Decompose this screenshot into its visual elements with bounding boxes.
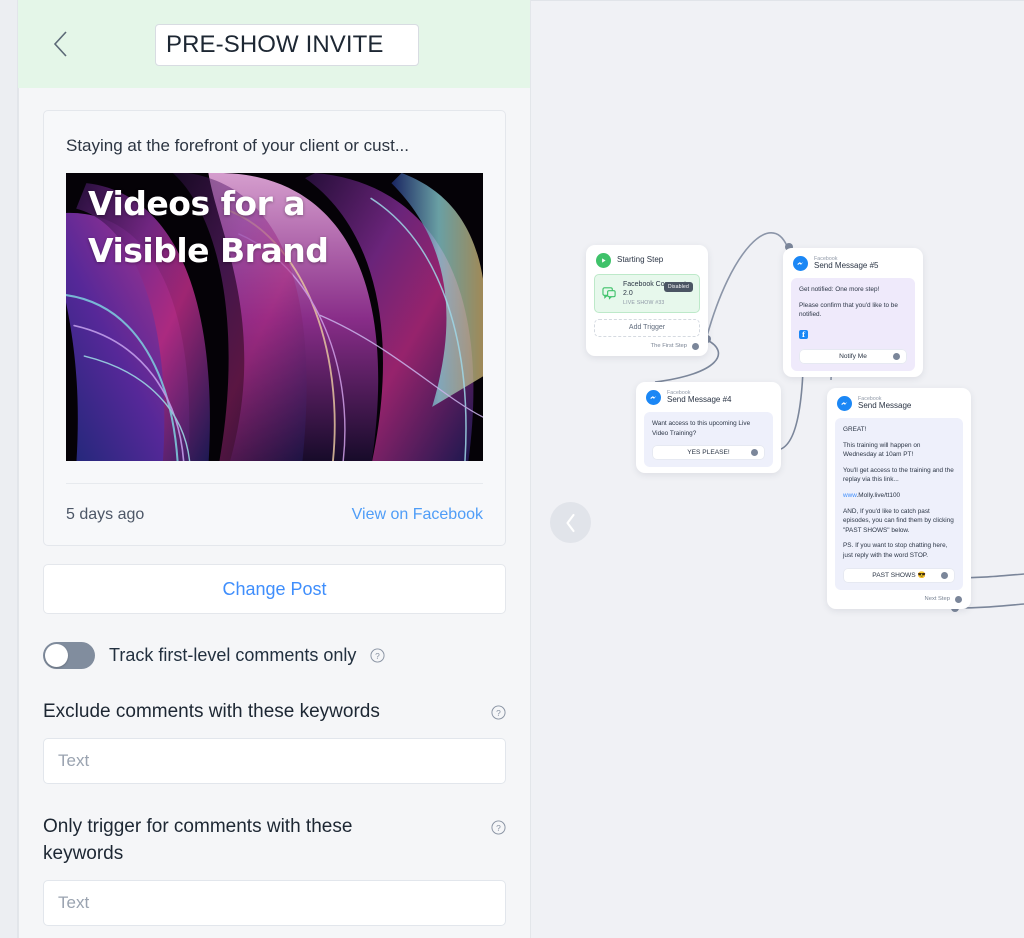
messenger-icon [793, 256, 808, 271]
messenger-icon [646, 390, 661, 405]
message-button-label: Notify Me [839, 352, 867, 360]
facebook-comments-icon [602, 287, 616, 301]
link-prefix: www [843, 492, 857, 500]
output-port[interactable] [941, 571, 948, 579]
node-title: Send Message [858, 401, 912, 411]
message-bubble[interactable]: GREAT! This training will happen on Wedn… [835, 418, 963, 590]
toggle-knob [45, 644, 68, 668]
message-button-label: YES PLEASE! [687, 449, 730, 457]
output-port[interactable] [955, 595, 962, 603]
node-header: Facebook Send Message [827, 388, 971, 415]
question-circle-icon[interactable]: ? [370, 648, 385, 663]
selected-post-card: Staying at the forefront of your client … [43, 110, 506, 547]
node-footer: The First Step [586, 342, 708, 356]
question-circle-icon[interactable]: ? [491, 820, 506, 835]
only-trigger-keywords-input[interactable] [43, 880, 506, 926]
node-send-message[interactable]: Facebook Send Message GREAT! This traini… [827, 388, 971, 609]
exclude-keywords-group: Exclude comments with these keywords ? [43, 699, 506, 785]
view-on-facebook-link[interactable]: View on Facebook [352, 506, 483, 524]
post-image: Videos for a Visible Brand [66, 173, 483, 462]
node-title: Starting Step [617, 255, 664, 265]
left-rail-strip [0, 0, 18, 938]
node-header: Starting Step [586, 245, 708, 272]
svg-text:?: ? [376, 651, 381, 661]
output-port[interactable] [692, 342, 699, 350]
back-button[interactable] [38, 22, 82, 66]
play-icon [596, 253, 611, 268]
link-suffix: .Molly.live/tt100 [856, 492, 901, 500]
node-foot-label: Next Step [924, 596, 950, 603]
panel-body: Staying at the forefront of your client … [18, 88, 530, 938]
app-root: Staying at the forefront of your client … [0, 0, 1024, 938]
flow-title-input[interactable] [155, 24, 419, 66]
trigger-card[interactable]: Facebook Comments 2.0 LIVE SHOW #33 Disa… [594, 274, 700, 313]
only-trigger-keywords-label: Only trigger for comments with these key… [43, 816, 353, 865]
message-line: Please confirm that you'd like to be not… [799, 301, 898, 319]
message-bubble[interactable]: Get notified: One more step! Please conf… [791, 278, 915, 371]
flow-canvas[interactable]: Starting Step Facebook Comments 2.0 LIVE… [531, 0, 1024, 938]
message-line: AND, If you'd like to catch past episode… [843, 507, 954, 534]
message-button[interactable]: Notify Me [799, 348, 907, 364]
trigger-sub: LIVE SHOW #33 [623, 299, 665, 306]
add-trigger-button[interactable]: Add Trigger [594, 318, 700, 337]
chevron-left-icon [53, 31, 67, 57]
messenger-icon [837, 396, 852, 411]
message-line: Want access to this upcoming Live Video … [652, 420, 751, 437]
trigger-status-badge: Disabled [663, 282, 693, 292]
node-title: Send Message #5 [814, 261, 879, 271]
post-image-title: Videos for a Visible Brand [88, 184, 329, 270]
node-header: Facebook Send Message #5 [783, 248, 923, 275]
post-footer: 5 days ago View on Facebook [66, 483, 483, 545]
message-button[interactable]: PAST SHOWS 😎 [843, 567, 955, 583]
message-line: You'll get access to the training and th… [843, 466, 954, 484]
output-port[interactable] [893, 352, 900, 360]
node-title: Send Message #4 [667, 395, 732, 405]
output-port[interactable] [751, 449, 758, 457]
message-button[interactable]: YES PLEASE! [652, 445, 765, 461]
track-first-level-row: Track first-level comments only ? [43, 642, 506, 670]
collapse-panel-button[interactable] [550, 502, 591, 543]
message-line: This training will happen on Wednesday a… [843, 441, 921, 459]
node-footer: Next Step [827, 595, 971, 609]
post-date: 5 days ago [66, 505, 145, 523]
change-post-button[interactable]: Change Post [43, 564, 506, 615]
node-header: Facebook Send Message #4 [636, 382, 781, 409]
svg-text:?: ? [496, 708, 501, 718]
message-line: PS. If you want to stop chatting here, j… [843, 542, 948, 560]
message-link-line[interactable]: www.Molly.live/tt100 [843, 491, 955, 501]
message-line: GREAT! [843, 426, 867, 433]
node-send-message-4[interactable]: Facebook Send Message #4 Want access to … [636, 382, 781, 474]
node-foot-label: The First Step [650, 343, 687, 349]
node-starting-step[interactable]: Starting Step Facebook Comments 2.0 LIVE… [586, 245, 708, 356]
svg-text:?: ? [496, 823, 501, 833]
question-circle-icon[interactable]: ? [491, 705, 506, 720]
post-text: Staying at the forefront of your client … [66, 136, 410, 155]
track-first-level-label: Track first-level comments only [109, 645, 357, 666]
only-trigger-keywords-group: Only trigger for comments with these key… [43, 814, 506, 926]
message-button-label: PAST SHOWS 😎 [872, 572, 926, 580]
message-bubble[interactable]: Want access to this upcoming Live Video … [644, 412, 773, 468]
chevron-left-icon [566, 513, 575, 532]
message-line: Get notified: One more step! [799, 286, 880, 293]
exclude-keywords-label: Exclude comments with these keywords [43, 701, 380, 723]
exclude-keywords-input[interactable] [43, 738, 506, 785]
node-send-message-5[interactable]: Facebook Send Message #5 Get notified: O… [783, 248, 923, 377]
panel-header [18, 0, 530, 88]
facebook-icon: f [799, 329, 808, 339]
track-first-level-toggle[interactable] [43, 642, 95, 670]
trigger-settings-panel: Staying at the forefront of your client … [18, 0, 531, 938]
